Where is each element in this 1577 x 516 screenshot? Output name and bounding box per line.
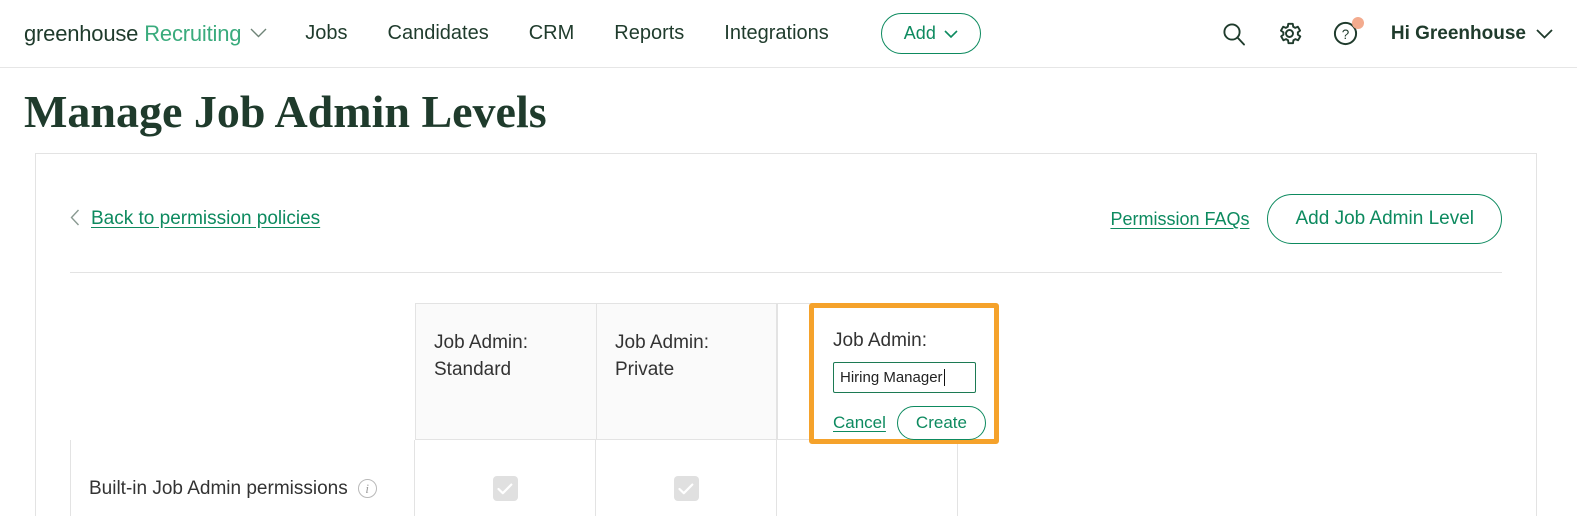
new-level-name-input[interactable]: Hiring Manager [833, 361, 976, 393]
add-button[interactable]: Add [880, 13, 981, 54]
checkbox-checked-disabled [492, 476, 518, 502]
job-admin-levels-card: Back to permission policies Permission F… [35, 153, 1537, 516]
brand-logo-menu[interactable]: greenhouse Recruiting [24, 21, 267, 47]
nav-item-candidates[interactable]: Candidates [388, 22, 489, 45]
matrix-column-standard: Job Admin: Standard [415, 303, 596, 441]
back-to-permission-policies-link[interactable]: Back to permission policies [70, 208, 320, 230]
nav-item-reports[interactable]: Reports [614, 22, 684, 45]
nav-item-integrations[interactable]: Integrations [724, 22, 829, 45]
cell-new-level-built-in [777, 440, 958, 516]
cell-private-built-in [596, 440, 777, 516]
chevron-down-icon [944, 23, 958, 44]
column-title-line1: Job Admin: [615, 332, 709, 354]
nav-item-jobs[interactable]: Jobs [305, 22, 347, 45]
top-navigation-bar: greenhouse Recruiting Jobs Candidates CR… [0, 0, 1577, 68]
search-icon[interactable] [1219, 19, 1249, 49]
table-row: Built-in Job Admin permissions i [36, 440, 1536, 516]
matrix-column-private: Job Admin: Private [596, 303, 777, 441]
nav-item-crm[interactable]: CRM [529, 22, 575, 45]
column-title-line2: Private [615, 359, 675, 381]
info-icon[interactable]: i [357, 479, 377, 499]
chevron-down-icon [1536, 23, 1553, 45]
column-title-line1: Job Admin: [434, 332, 528, 354]
page-title: Manage Job Admin Levels [24, 86, 547, 137]
checkbox-checked-disabled [673, 476, 699, 502]
create-button[interactable]: Create [896, 405, 986, 440]
svg-text:?: ? [1342, 27, 1350, 42]
matrix-corner-cell [36, 303, 415, 440]
matrix-header-row: Job Admin: Standard Job Admin: Private [36, 303, 1536, 441]
add-button-label: Add [903, 23, 936, 43]
column-title-line2: Standard [434, 359, 512, 381]
permission-faqs-link[interactable]: Permission FAQs [1110, 209, 1249, 230]
cancel-link[interactable]: Cancel [833, 413, 886, 433]
help-icon[interactable]: ? [1331, 16, 1364, 49]
primary-nav: Jobs Candidates CRM Reports Integrations [305, 22, 829, 45]
text-cursor [943, 368, 945, 386]
help-notification-badge [1351, 16, 1364, 29]
new-level-title: Job Admin: [833, 330, 927, 352]
row-label-text: Built-in Job Admin permissions [89, 477, 348, 499]
header-divider [70, 272, 1502, 274]
chevron-down-icon [250, 18, 267, 44]
cell-standard-built-in [415, 440, 596, 516]
add-job-admin-level-button[interactable]: Add Job Admin Level [1267, 194, 1502, 245]
topbar-actions: ? Hi Greenhouse [1219, 16, 1553, 49]
new-level-actions: Cancel Create [833, 405, 986, 440]
gear-icon[interactable] [1275, 19, 1305, 49]
permissions-matrix: Job Admin: Standard Job Admin: Private J… [36, 303, 1536, 516]
chevron-left-icon [70, 209, 80, 229]
new-job-admin-level-editor: Job Admin: Hiring Manager Cancel Create [809, 303, 999, 445]
card-header-actions: Permission FAQs Add Job Admin Level [1110, 194, 1502, 245]
card-header: Back to permission policies Permission F… [36, 154, 1536, 245]
user-menu[interactable]: Hi Greenhouse [1391, 23, 1553, 45]
brand-name-secondary: Recruiting [144, 20, 242, 46]
back-link-label: Back to permission policies [91, 208, 321, 230]
brand-name-primary: greenhouse [24, 20, 139, 46]
user-menu-label: Hi Greenhouse [1390, 22, 1526, 44]
new-level-name-value: Hiring Manager [840, 368, 943, 386]
row-label-built-in-permissions: Built-in Job Admin permissions i [70, 440, 415, 516]
